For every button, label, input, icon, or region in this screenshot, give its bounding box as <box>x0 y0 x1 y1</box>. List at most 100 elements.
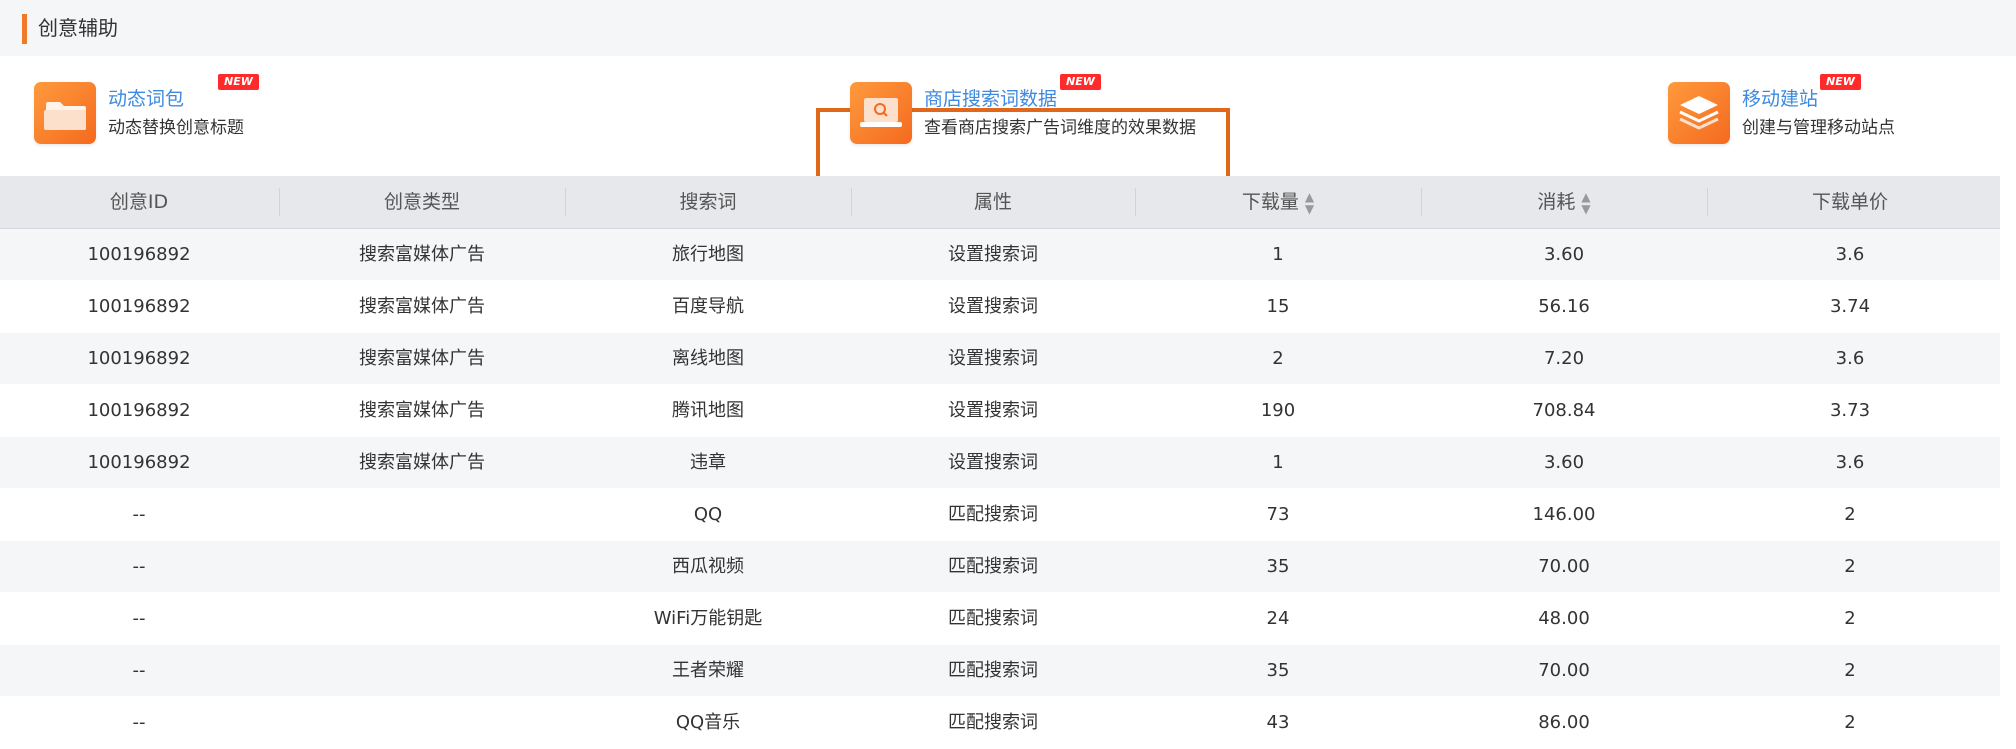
cell-unit-price: 2 <box>1844 660 1856 681</box>
cell-creative-id: -- <box>132 660 146 681</box>
tool-dynamic-keyword-pack[interactable]: 动态词包 动态替换创意标题 NEW <box>34 74 334 164</box>
tool-store-search-data[interactable]: 商店搜索词数据 查看商店搜索广告词维度的效果数据 NEW <box>850 74 1240 164</box>
sort-icon[interactable]: ▲ ▼ <box>1305 191 1314 215</box>
cell-downloads: 1 <box>1272 244 1284 265</box>
folder-icon <box>34 82 96 144</box>
cell-downloads: 35 <box>1266 556 1290 577</box>
new-badge: NEW <box>218 74 259 90</box>
cell-unit-price: 2 <box>1844 608 1856 629</box>
cell-attribute: 匹配搜索词 <box>948 608 1038 629</box>
column-header-cost[interactable]: 消耗 ▲ ▼ <box>1422 176 1706 228</box>
tool-description: 创建与管理移动站点 <box>1742 118 1895 138</box>
table-row: 100196892 搜索富媒体广告 旅行地图 设置搜索词 1 3.60 3.6 <box>0 229 2000 281</box>
cell-unit-price: 3.6 <box>1835 452 1865 473</box>
table-row: -- QQ音乐 匹配搜索词 43 86.00 2 <box>0 697 2000 749</box>
cell-downloads: 1 <box>1272 452 1284 473</box>
cell-search-term: 离线地图 <box>672 348 744 369</box>
cell-downloads: 15 <box>1266 296 1290 317</box>
tool-description: 动态替换创意标题 <box>108 118 244 138</box>
cell-creative-type: 搜索富媒体广告 <box>359 400 485 421</box>
cell-unit-price: 3.73 <box>1829 400 1871 421</box>
cell-cost: 56.16 <box>1538 296 1590 317</box>
tools-row: 动态词包 动态替换创意标题 NEW 商店搜索词数据 查看商店搜索广告词维度的效果… <box>0 56 2016 214</box>
cell-search-term: 违章 <box>690 452 726 473</box>
header-accent-bar <box>22 14 27 44</box>
cell-downloads: 190 <box>1260 400 1296 421</box>
cell-attribute: 设置搜索词 <box>948 244 1038 265</box>
cell-search-term: 腾讯地图 <box>672 400 744 421</box>
new-badge: NEW <box>1060 74 1101 90</box>
cell-creative-type <box>280 489 564 540</box>
table-body: 100196892 搜索富媒体广告 旅行地图 设置搜索词 1 3.60 3.6 1001968… <box>0 229 2000 749</box>
cell-attribute: 匹配搜索词 <box>948 712 1038 733</box>
table-row: 100196892 搜索富媒体广告 违章 设置搜索词 1 3.60 3.6 <box>0 437 2000 489</box>
cell-search-term: 旅行地图 <box>672 244 744 265</box>
tool-name[interactable]: 动态词包 <box>108 86 184 112</box>
table-row: 100196892 搜索富媒体广告 百度导航 设置搜索词 15 56.16 3.74 <box>0 281 2000 333</box>
column-header-creative-id: 创意ID <box>109 191 169 213</box>
cell-attribute: 匹配搜索词 <box>948 660 1038 681</box>
table-row: -- 王者荣耀 匹配搜索词 35 70.00 2 <box>0 645 2000 697</box>
layers-icon <box>1668 82 1730 144</box>
cell-search-term: 王者荣耀 <box>672 660 744 681</box>
cell-creative-type <box>280 697 564 748</box>
cell-creative-type: 搜索富媒体广告 <box>359 452 485 473</box>
column-header-creative-type: 创意类型 <box>383 191 460 213</box>
cell-unit-price: 2 <box>1844 556 1856 577</box>
cell-creative-type <box>280 593 564 644</box>
table-row: -- QQ 匹配搜索词 73 146.00 2 <box>0 489 2000 541</box>
cell-cost: 146.00 <box>1532 504 1596 525</box>
cell-attribute: 设置搜索词 <box>948 348 1038 369</box>
tool-name[interactable]: 移动建站 <box>1742 86 1818 112</box>
cell-cost: 7.20 <box>1543 348 1585 369</box>
cell-creative-type <box>280 645 564 696</box>
cell-creative-id: 100196892 <box>87 452 191 473</box>
cell-unit-price: 2 <box>1844 504 1856 525</box>
sort-icon[interactable]: ▲ ▼ <box>1581 191 1590 215</box>
cell-attribute: 匹配搜索词 <box>948 504 1038 525</box>
column-header-search-term: 搜索词 <box>679 191 737 213</box>
cell-creative-id: -- <box>132 712 146 733</box>
cell-creative-type: 搜索富媒体广告 <box>359 348 485 369</box>
table-row: -- WiFi万能钥匙 匹配搜索词 24 48.00 2 <box>0 593 2000 645</box>
data-table: 创意ID 创意类型 搜索词 属性 下载量 ▲ ▼ 消耗 ▲ ▼ 下载单价 1001968… <box>0 176 2000 749</box>
new-badge: NEW <box>1820 74 1861 90</box>
cell-creative-type: 搜索富媒体广告 <box>359 296 485 317</box>
column-header-unit-price: 下载单价 <box>1811 191 1888 213</box>
cell-cost: 3.60 <box>1543 244 1585 265</box>
cell-cost: 3.60 <box>1543 452 1585 473</box>
cell-unit-price: 3.6 <box>1835 348 1865 369</box>
table-row: 100196892 搜索富媒体广告 腾讯地图 设置搜索词 190 708.84 3.73 <box>0 385 2000 437</box>
table-header: 创意ID 创意类型 搜索词 属性 下载量 ▲ ▼ 消耗 ▲ ▼ 下载单价 <box>0 176 2000 229</box>
cell-downloads: 43 <box>1266 712 1290 733</box>
column-header-attribute: 属性 <box>973 191 1012 213</box>
cell-unit-price: 2 <box>1844 712 1856 733</box>
cell-attribute: 设置搜索词 <box>948 296 1038 317</box>
cell-downloads: 24 <box>1266 608 1290 629</box>
cell-search-term: 百度导航 <box>672 296 744 317</box>
cell-attribute: 设置搜索词 <box>948 400 1038 421</box>
cell-downloads: 73 <box>1266 504 1290 525</box>
cell-search-term: QQ <box>693 504 723 525</box>
cell-search-term: 西瓜视频 <box>672 556 744 577</box>
cell-creative-id: -- <box>132 608 146 629</box>
cell-search-term: QQ音乐 <box>675 712 741 733</box>
cell-creative-id: -- <box>132 504 146 525</box>
cell-cost: 70.00 <box>1538 556 1590 577</box>
tool-name[interactable]: 商店搜索词数据 <box>924 86 1057 112</box>
section-header: 创意辅助 <box>0 0 2016 56</box>
cell-cost: 708.84 <box>1532 400 1596 421</box>
cell-creative-id: 100196892 <box>87 348 191 369</box>
cell-creative-id: 100196892 <box>87 244 191 265</box>
cell-downloads: 2 <box>1272 348 1284 369</box>
table-row: 100196892 搜索富媒体广告 离线地图 设置搜索词 2 7.20 3.6 <box>0 333 2000 385</box>
tool-description: 查看商店搜索广告词维度的效果数据 <box>924 118 1196 138</box>
cell-attribute: 设置搜索词 <box>948 452 1038 473</box>
cell-cost: 70.00 <box>1538 660 1590 681</box>
cell-search-term: WiFi万能钥匙 <box>653 608 763 629</box>
tool-mobile-site-builder[interactable]: 移动建站 创建与管理移动站点 NEW <box>1668 74 1968 164</box>
cell-creative-id: 100196892 <box>87 400 191 421</box>
column-header-downloads[interactable]: 下载量 ▲ ▼ <box>1136 176 1420 228</box>
section-title: 创意辅助 <box>38 16 118 40</box>
table-row: -- 西瓜视频 匹配搜索词 35 70.00 2 <box>0 541 2000 593</box>
